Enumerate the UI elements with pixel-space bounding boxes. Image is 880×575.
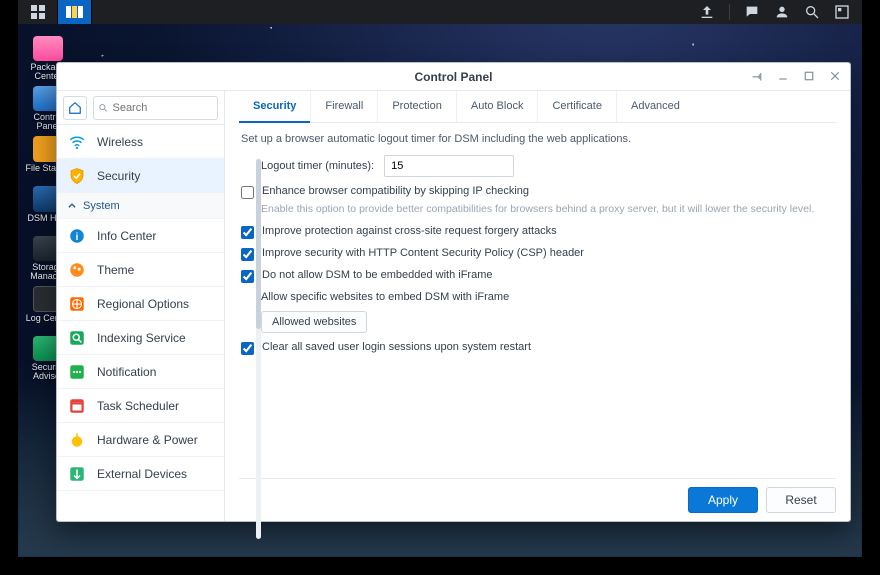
main-menu-button[interactable] <box>18 0 58 24</box>
notification-icon <box>67 362 87 382</box>
checkbox-input[interactable] <box>241 226 254 239</box>
sidebar-group-system[interactable]: System <box>57 193 224 219</box>
widgets-icon[interactable] <box>834 4 850 20</box>
sidebar-item-label: Wireless <box>97 135 143 149</box>
external-icon <box>67 464 87 484</box>
sidebar-item-hardware[interactable]: Hardware & Power <box>57 423 224 457</box>
section-description: Set up a browser automatic logout timer … <box>239 123 836 151</box>
window-title: Control Panel <box>414 70 492 84</box>
sidebar-item-label: Info Center <box>97 229 156 243</box>
minimize-button[interactable] <box>774 67 792 85</box>
chevron-up-icon <box>67 201 77 211</box>
iframe-sub-label: Allow specific websites to embed DSM wit… <box>239 287 836 307</box>
checkbox-label: Enhance browser compatibility by skippin… <box>262 185 529 197</box>
tab-firewall[interactable]: Firewall <box>310 91 377 122</box>
sidebar-item-regional[interactable]: Regional Options <box>57 287 224 321</box>
wifi-icon <box>67 132 87 152</box>
sidebar-item-indexing[interactable]: Indexing Service <box>57 321 224 355</box>
sidebar-item-notification[interactable]: Notification <box>57 355 224 389</box>
power-icon <box>67 430 87 450</box>
globe-icon <box>67 294 87 314</box>
checkbox-csp[interactable]: Improve security with HTTP Content Secur… <box>239 243 836 265</box>
chat-icon[interactable] <box>744 4 760 20</box>
shield-icon <box>67 166 87 186</box>
tablist: Security Firewall Protection Auto Block … <box>239 91 836 123</box>
search-input[interactable] <box>112 102 213 114</box>
sidebar-scrollbar[interactable] <box>256 159 261 539</box>
search-box[interactable] <box>93 96 218 120</box>
checkbox-label: Improve security with HTTP Content Secur… <box>262 247 584 259</box>
sidebar-item-info-center[interactable]: i Info Center <box>57 219 224 253</box>
checkbox-iframe[interactable]: Do not allow DSM to be embedded with iFr… <box>239 265 836 287</box>
sidebar-item-security[interactable]: Security <box>57 159 224 193</box>
home-button[interactable] <box>63 96 87 120</box>
index-icon <box>67 328 87 348</box>
checkbox-clear-sessions[interactable]: Clear all saved user login sessions upon… <box>239 337 836 359</box>
sidebar-item-label: Regional Options <box>97 297 189 311</box>
checkbox-label: Do not allow DSM to be embedded with iFr… <box>262 269 493 281</box>
maximize-button[interactable] <box>800 67 818 85</box>
tab-advanced[interactable]: Advanced <box>616 91 694 122</box>
taskbar <box>18 0 862 24</box>
checkbox-input[interactable] <box>241 270 254 283</box>
sidebar-item-external[interactable]: External Devices <box>57 457 224 491</box>
search-icon[interactable] <box>804 4 820 20</box>
upload-icon[interactable] <box>699 4 715 20</box>
checkbox-input[interactable] <box>241 186 254 199</box>
theme-icon <box>67 260 87 280</box>
checkbox-label: Clear all saved user login sessions upon… <box>262 341 531 353</box>
sidebar-item-wireless[interactable]: Wireless <box>57 125 224 159</box>
tab-certificate[interactable]: Certificate <box>537 91 616 122</box>
control-panel-window: Control Panel <box>56 62 851 522</box>
sidebar-item-label: Notification <box>97 365 156 379</box>
sidebar-item-theme[interactable]: Theme <box>57 253 224 287</box>
sidebar-item-label: Hardware & Power <box>97 433 198 447</box>
sidebar-group-label: System <box>83 200 120 212</box>
pin-icon[interactable] <box>748 67 766 85</box>
reset-button[interactable]: Reset <box>766 487 836 513</box>
titlebar[interactable]: Control Panel <box>57 63 850 91</box>
footer: Apply Reset <box>239 478 836 513</box>
logout-timer-input[interactable] <box>384 155 514 177</box>
search-icon <box>98 102 108 114</box>
sidebar: Wireless Security System i Info Center Th… <box>57 91 225 521</box>
user-icon[interactable] <box>774 4 790 20</box>
allowed-websites-button[interactable]: Allowed websites <box>261 311 367 333</box>
close-button[interactable] <box>826 67 844 85</box>
content-pane: Security Firewall Protection Auto Block … <box>225 91 850 521</box>
sidebar-item-label: Security <box>97 169 140 183</box>
info-icon: i <box>67 226 87 246</box>
scheduler-icon <box>67 396 87 416</box>
sidebar-item-label: External Devices <box>97 467 187 481</box>
checkbox-csrf[interactable]: Improve protection against cross-site re… <box>239 221 836 243</box>
checkbox-input[interactable] <box>241 342 254 355</box>
sidebar-item-label: Indexing Service <box>97 331 186 345</box>
tab-protection[interactable]: Protection <box>377 91 456 122</box>
tab-auto-block[interactable]: Auto Block <box>456 91 538 122</box>
sidebar-item-label: Theme <box>97 263 134 277</box>
home-icon <box>68 101 82 115</box>
tab-security[interactable]: Security <box>239 91 310 123</box>
sidebar-item-task-scheduler[interactable]: Task Scheduler <box>57 389 224 423</box>
compat-hint: Enable this option to provide better com… <box>239 203 836 221</box>
svg-text:i: i <box>76 231 79 242</box>
checkbox-input[interactable] <box>241 248 254 261</box>
taskbar-app-button[interactable] <box>58 0 92 24</box>
checkbox-label: Improve protection against cross-site re… <box>262 225 557 237</box>
sidebar-item-label: Task Scheduler <box>97 399 179 413</box>
apply-button[interactable]: Apply <box>688 487 758 513</box>
checkbox-browser-compat[interactable]: Enhance browser compatibility by skippin… <box>239 181 836 203</box>
